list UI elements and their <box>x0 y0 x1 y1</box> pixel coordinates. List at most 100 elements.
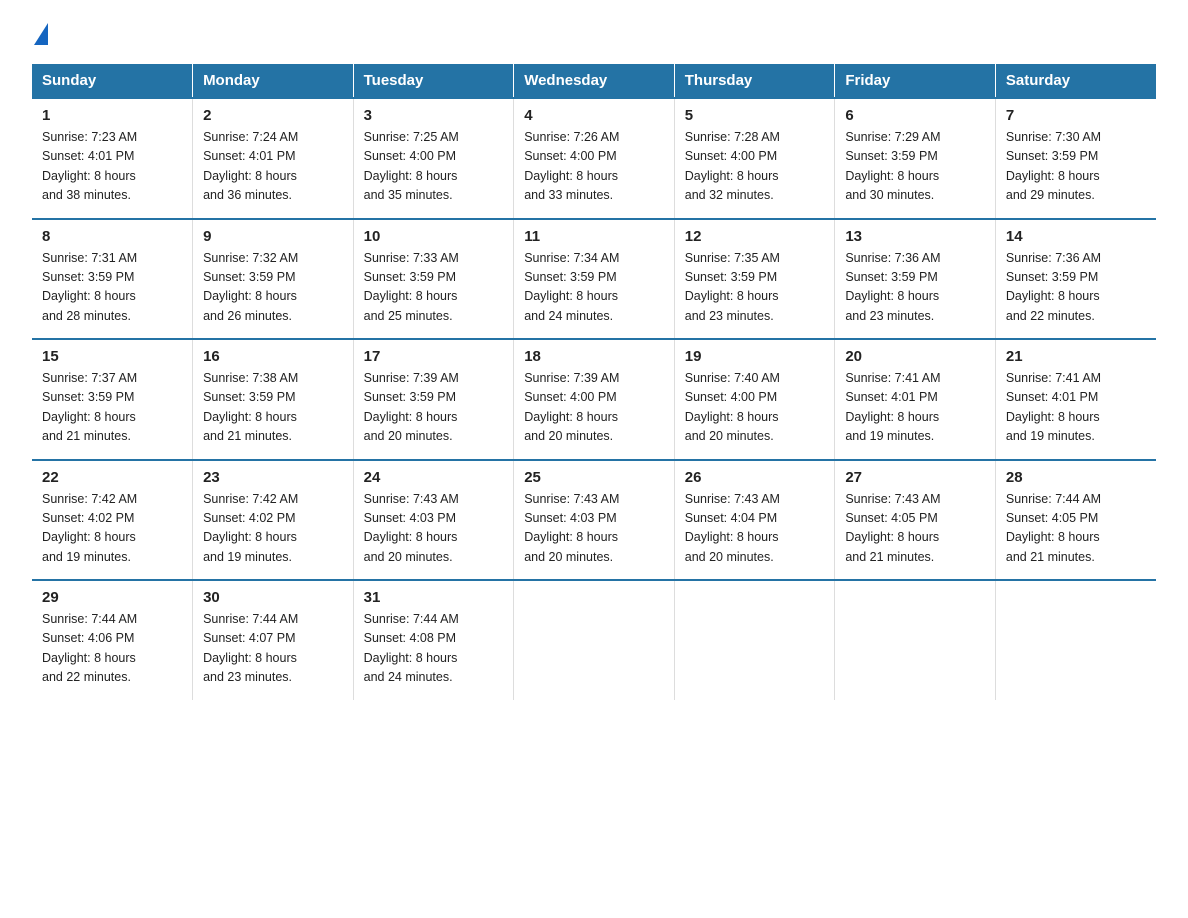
day-info-line: Sunset: 4:08 PM <box>364 631 456 645</box>
calendar-day-cell: 23Sunrise: 7:42 AMSunset: 4:02 PMDayligh… <box>193 460 354 581</box>
calendar-day-cell: 26Sunrise: 7:43 AMSunset: 4:04 PMDayligh… <box>674 460 835 581</box>
day-info-line: and 25 minutes. <box>364 309 453 323</box>
calendar-day-cell: 28Sunrise: 7:44 AMSunset: 4:05 PMDayligh… <box>995 460 1156 581</box>
day-number: 28 <box>1006 469 1146 486</box>
day-info-line: and 22 minutes. <box>1006 309 1095 323</box>
day-number: 9 <box>203 228 343 245</box>
day-info-line: Sunset: 3:59 PM <box>524 270 616 284</box>
calendar-week-row: 29Sunrise: 7:44 AMSunset: 4:06 PMDayligh… <box>32 580 1156 700</box>
day-number: 18 <box>524 348 664 365</box>
day-info-line: Daylight: 8 hours <box>364 410 458 424</box>
calendar-day-cell: 18Sunrise: 7:39 AMSunset: 4:00 PMDayligh… <box>514 339 675 460</box>
calendar-day-cell: 19Sunrise: 7:40 AMSunset: 4:00 PMDayligh… <box>674 339 835 460</box>
calendar-day-cell: 12Sunrise: 7:35 AMSunset: 3:59 PMDayligh… <box>674 219 835 340</box>
empty-cell <box>995 580 1156 700</box>
calendar-day-cell: 2Sunrise: 7:24 AMSunset: 4:01 PMDaylight… <box>193 98 354 219</box>
day-info-line: Daylight: 8 hours <box>845 530 939 544</box>
day-info-line: Sunset: 4:00 PM <box>364 149 456 163</box>
calendar-week-row: 15Sunrise: 7:37 AMSunset: 3:59 PMDayligh… <box>32 339 1156 460</box>
calendar-day-cell: 30Sunrise: 7:44 AMSunset: 4:07 PMDayligh… <box>193 580 354 700</box>
day-info-line: Sunrise: 7:41 AM <box>1006 371 1101 385</box>
day-info-line: and 26 minutes. <box>203 309 292 323</box>
empty-cell <box>835 580 996 700</box>
day-info-line: Daylight: 8 hours <box>203 410 297 424</box>
empty-cell <box>674 580 835 700</box>
day-info-line: Daylight: 8 hours <box>42 651 136 665</box>
day-info-line: and 19 minutes. <box>845 429 934 443</box>
day-info-line: and 20 minutes. <box>364 429 453 443</box>
day-info-line: and 21 minutes. <box>845 550 934 564</box>
calendar-day-cell: 24Sunrise: 7:43 AMSunset: 4:03 PMDayligh… <box>353 460 514 581</box>
day-info: Sunrise: 7:43 AMSunset: 4:05 PMDaylight:… <box>845 490 985 568</box>
day-info-line: and 24 minutes. <box>524 309 613 323</box>
day-info-line: Sunset: 4:01 PM <box>845 390 937 404</box>
day-info: Sunrise: 7:28 AMSunset: 4:00 PMDaylight:… <box>685 128 825 206</box>
day-info-line: Sunrise: 7:39 AM <box>364 371 459 385</box>
day-info-line: and 32 minutes. <box>685 188 774 202</box>
day-info-line: and 20 minutes. <box>685 429 774 443</box>
day-info-line: Sunrise: 7:28 AM <box>685 130 780 144</box>
day-info-line: Sunrise: 7:36 AM <box>845 251 940 265</box>
day-info-line: Sunrise: 7:43 AM <box>845 492 940 506</box>
day-info-line: Sunrise: 7:30 AM <box>1006 130 1101 144</box>
day-info-line: and 20 minutes. <box>524 550 613 564</box>
day-info-line: Sunset: 3:59 PM <box>845 149 937 163</box>
day-info-line: Sunset: 3:59 PM <box>203 270 295 284</box>
day-info-line: Sunrise: 7:43 AM <box>524 492 619 506</box>
day-info: Sunrise: 7:24 AMSunset: 4:01 PMDaylight:… <box>203 128 343 206</box>
calendar-day-cell: 22Sunrise: 7:42 AMSunset: 4:02 PMDayligh… <box>32 460 193 581</box>
calendar-day-cell: 7Sunrise: 7:30 AMSunset: 3:59 PMDaylight… <box>995 98 1156 219</box>
day-info-line: Sunrise: 7:42 AM <box>42 492 137 506</box>
empty-cell <box>514 580 675 700</box>
day-info-line: Daylight: 8 hours <box>524 410 618 424</box>
day-info-line: Sunrise: 7:37 AM <box>42 371 137 385</box>
day-info-line: Daylight: 8 hours <box>364 530 458 544</box>
header-day-saturday: Saturday <box>995 64 1156 98</box>
calendar-day-cell: 9Sunrise: 7:32 AMSunset: 3:59 PMDaylight… <box>193 219 354 340</box>
day-number: 22 <box>42 469 182 486</box>
day-info-line: Daylight: 8 hours <box>685 289 779 303</box>
calendar-day-cell: 13Sunrise: 7:36 AMSunset: 3:59 PMDayligh… <box>835 219 996 340</box>
day-info-line: Sunrise: 7:39 AM <box>524 371 619 385</box>
day-info-line: Sunrise: 7:44 AM <box>1006 492 1101 506</box>
calendar-day-cell: 8Sunrise: 7:31 AMSunset: 3:59 PMDaylight… <box>32 219 193 340</box>
header-day-wednesday: Wednesday <box>514 64 675 98</box>
day-number: 31 <box>364 589 504 606</box>
day-info-line: Sunset: 4:06 PM <box>42 631 134 645</box>
day-info: Sunrise: 7:23 AMSunset: 4:01 PMDaylight:… <box>42 128 182 206</box>
day-info-line: Daylight: 8 hours <box>1006 289 1100 303</box>
day-info-line: Sunset: 4:07 PM <box>203 631 295 645</box>
day-number: 17 <box>364 348 504 365</box>
day-info-line: Sunset: 3:59 PM <box>364 390 456 404</box>
calendar-day-cell: 29Sunrise: 7:44 AMSunset: 4:06 PMDayligh… <box>32 580 193 700</box>
day-info-line: Daylight: 8 hours <box>203 289 297 303</box>
day-info-line: Sunrise: 7:43 AM <box>364 492 459 506</box>
day-info-line: and 21 minutes. <box>1006 550 1095 564</box>
day-number: 19 <box>685 348 825 365</box>
calendar-day-cell: 25Sunrise: 7:43 AMSunset: 4:03 PMDayligh… <box>514 460 675 581</box>
day-number: 7 <box>1006 107 1146 124</box>
day-info-line: Sunrise: 7:24 AM <box>203 130 298 144</box>
day-info-line: Daylight: 8 hours <box>42 289 136 303</box>
day-info: Sunrise: 7:34 AMSunset: 3:59 PMDaylight:… <box>524 249 664 327</box>
calendar-day-cell: 27Sunrise: 7:43 AMSunset: 4:05 PMDayligh… <box>835 460 996 581</box>
day-info: Sunrise: 7:35 AMSunset: 3:59 PMDaylight:… <box>685 249 825 327</box>
day-info-line: Sunset: 4:00 PM <box>524 149 616 163</box>
calendar-day-cell: 6Sunrise: 7:29 AMSunset: 3:59 PMDaylight… <box>835 98 996 219</box>
day-number: 25 <box>524 469 664 486</box>
day-info-line: and 20 minutes. <box>364 550 453 564</box>
day-info-line: Daylight: 8 hours <box>364 651 458 665</box>
day-info-line: and 20 minutes. <box>685 550 774 564</box>
day-info-line: Sunrise: 7:44 AM <box>364 612 459 626</box>
day-info: Sunrise: 7:36 AMSunset: 3:59 PMDaylight:… <box>845 249 985 327</box>
day-info-line: Sunset: 3:59 PM <box>203 390 295 404</box>
day-number: 26 <box>685 469 825 486</box>
day-info-line: Sunset: 3:59 PM <box>1006 149 1098 163</box>
day-info: Sunrise: 7:31 AMSunset: 3:59 PMDaylight:… <box>42 249 182 327</box>
day-info-line: Daylight: 8 hours <box>1006 530 1100 544</box>
logo <box>32 24 50 46</box>
day-info-line: Daylight: 8 hours <box>845 169 939 183</box>
calendar-week-row: 8Sunrise: 7:31 AMSunset: 3:59 PMDaylight… <box>32 219 1156 340</box>
day-info-line: Sunrise: 7:36 AM <box>1006 251 1101 265</box>
day-number: 1 <box>42 107 182 124</box>
